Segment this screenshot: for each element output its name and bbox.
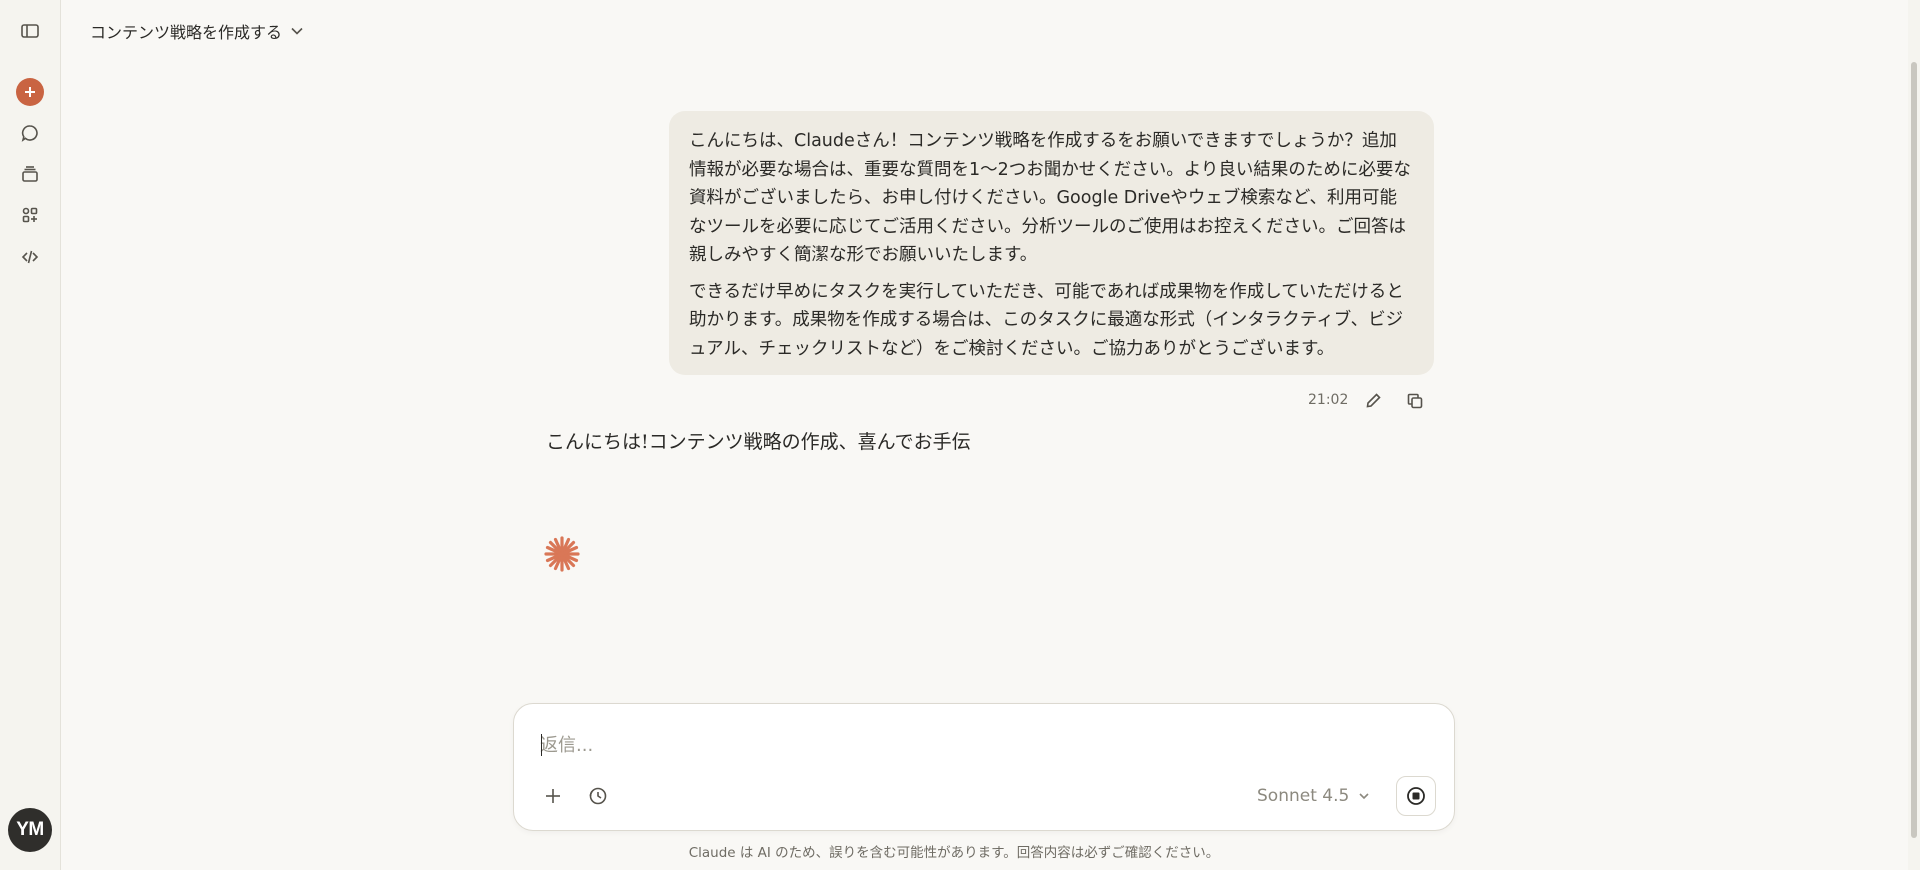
panel-icon: [21, 24, 39, 38]
projects-button[interactable]: [12, 156, 48, 192]
model-selector[interactable]: Sonnet 4.5: [1257, 784, 1371, 808]
chat-title[interactable]: コンテンツ戦略を作成する: [90, 19, 282, 43]
plus-icon: [546, 789, 560, 803]
chat-bubble-icon: [21, 125, 38, 142]
reply-input[interactable]: [540, 730, 1340, 760]
history-button[interactable]: [581, 779, 615, 813]
chevron-down-icon: [1359, 793, 1369, 800]
text-caret: [541, 734, 542, 756]
user-message-paragraph: できるだけ早めにタスクを実行していただき、可能であれば成果物を作成していただける…: [689, 281, 1404, 359]
plus-icon: [25, 87, 35, 97]
user-message-paragraph: こんにちは、Claudeさん！コンテンツ戦略を作成するをお願いできますでしょうか…: [689, 131, 1411, 265]
chats-button[interactable]: [12, 115, 48, 151]
ai-disclaimer: Claude は AI のため、誤りを含む可能性があります。回答内容は必ずご確認…: [688, 845, 1220, 861]
scrollbar-thumb[interactable]: [1911, 62, 1917, 838]
chat-title-menu-button[interactable]: [288, 22, 306, 40]
claude-spark-icon: [544, 536, 580, 572]
chevron-down-icon: [291, 27, 303, 35]
sidebar-toggle-button[interactable]: [12, 13, 48, 49]
add-attachment-button[interactable]: [536, 779, 570, 813]
clock-icon: [589, 787, 607, 805]
message-composer: Sonnet 4.5: [513, 703, 1455, 831]
code-button[interactable]: [12, 239, 48, 275]
shapes-icon: [22, 207, 38, 223]
user-message: こんにちは、Claudeさん！コンテンツ戦略を作成するをお願いできますでしょうか…: [669, 111, 1434, 375]
edit-message-button[interactable]: [1363, 390, 1385, 412]
code-icon: [21, 250, 39, 264]
assistant-message: こんにちは!コンテンツ戦略の作成、喜んでお手伝: [546, 431, 971, 453]
copy-message-button[interactable]: [1404, 390, 1426, 412]
app-window: YM コンテンツ戦略を作成する こんにちは、Claudeさん！コンテンツ戦略を作…: [0, 0, 1920, 870]
stop-icon: [1407, 787, 1425, 805]
archive-icon: [22, 166, 38, 182]
pencil-icon: [1366, 393, 1381, 408]
model-name: Sonnet 4.5: [1257, 786, 1350, 806]
copy-icon: [1407, 393, 1423, 409]
new-chat-button[interactable]: [16, 78, 44, 106]
scrollbar[interactable]: [1908, 0, 1920, 870]
stop-generation-button[interactable]: [1396, 776, 1436, 816]
sidebar: YM: [0, 0, 61, 870]
message-timestamp: 21:02: [1308, 392, 1349, 408]
artifacts-button[interactable]: [12, 197, 48, 233]
